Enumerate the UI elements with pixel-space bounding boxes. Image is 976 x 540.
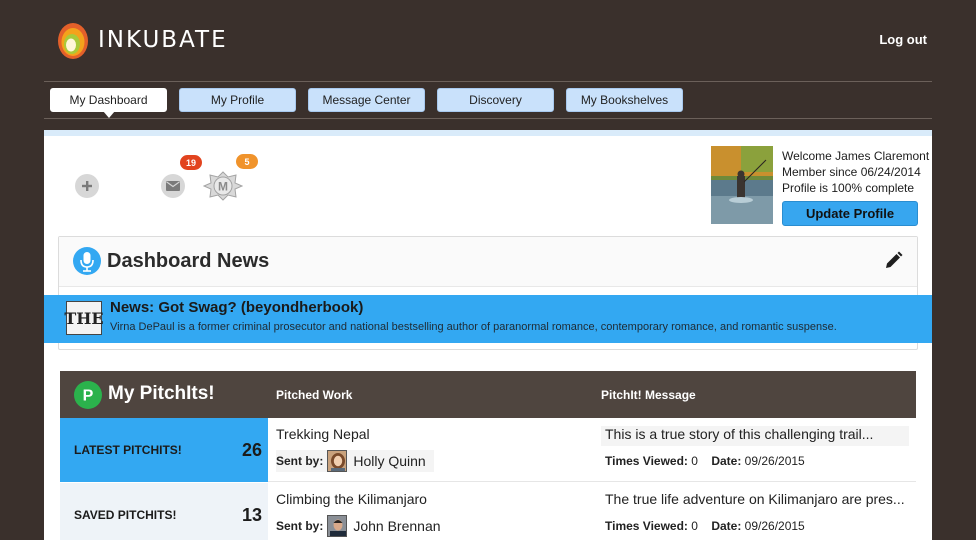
- tab-my-bookshelves[interactable]: My Bookshelves: [566, 88, 683, 112]
- news-header: Dashboard News: [59, 237, 917, 287]
- col-header-pitched-work: Pitched Work: [276, 388, 353, 402]
- header-divider: [44, 81, 932, 82]
- views-label: Times Viewed:: [605, 454, 688, 468]
- sent-by-label: Sent by:: [276, 519, 324, 533]
- brand-name: INKUBATE: [98, 27, 228, 53]
- profile-completion: Profile is 100% complete: [782, 181, 915, 195]
- main-nav-tabs: My Dashboard My Profile Message Center D…: [50, 88, 683, 118]
- medal-icon: M: [202, 171, 244, 201]
- envelope-icon: [166, 181, 180, 191]
- sent-by-label: Sent by:: [276, 454, 324, 468]
- sender-avatar-icon: [328, 516, 347, 536]
- dashboard-panel: 19 M 5 Welcome James Claremont Member si…: [44, 130, 932, 540]
- latest-pitchits-count: 26: [241, 439, 262, 460]
- sent-by: Sent by: John Brennan: [276, 515, 441, 537]
- news-item-title: News: Got Swag? (beyondherbook): [110, 299, 364, 316]
- date-label: Date:: [711, 519, 742, 533]
- pitch-date: 09/26/2015: [744, 519, 805, 533]
- table-row: SAVED PITCHITS! 13 Climbing the Kilimanj…: [60, 483, 916, 540]
- news-title: Dashboard News: [107, 250, 270, 272]
- welcome-block: Welcome James Claremont Member since 06/…: [782, 148, 929, 196]
- pitchit-meta: Times Viewed: 0 Date: 09/26/2015: [601, 519, 805, 533]
- brand-logo[interactable]: INKUBATE: [56, 20, 228, 60]
- update-profile-button[interactable]: Update Profile: [782, 201, 918, 226]
- views-count: 0: [691, 519, 698, 533]
- logout-link[interactable]: Log out: [879, 32, 927, 47]
- pitchit-entry[interactable]: Climbing the Kilimanjaro Sent by: John B…: [268, 483, 916, 540]
- plus-icon: [82, 181, 92, 191]
- pitchit-message: This is a true story of this challenging…: [601, 426, 909, 446]
- pitch-date: 09/26/2015: [744, 454, 805, 468]
- pitchit-badge-letter: P: [83, 388, 94, 405]
- news-item-excerpt: Virna DePaul is a former criminal prosec…: [110, 321, 837, 333]
- messages-count-badge: 19: [180, 155, 202, 170]
- pitchit-p-icon: P: [74, 381, 102, 409]
- welcome-label: Welcome: [782, 149, 832, 163]
- medal-button[interactable]: M: [202, 171, 244, 201]
- latest-pitchits-tab[interactable]: LATEST PITCHITS! 26: [60, 418, 268, 482]
- panel-top-bar: [44, 130, 932, 136]
- date-label: Date:: [711, 454, 742, 468]
- news-item[interactable]: THE News: Got Swag? (beyondherbook) Virn…: [44, 295, 932, 343]
- news-source-logo: THE: [64, 301, 104, 335]
- pitchit-meta: Times Viewed: 0 Date: 09/26/2015: [601, 454, 805, 468]
- pitchit-message: The true life adventure on Kilimanjaro a…: [605, 491, 905, 507]
- pencil-edit-icon[interactable]: [883, 251, 903, 271]
- profile-photo[interactable]: [711, 146, 773, 224]
- add-button[interactable]: [75, 174, 99, 198]
- sender-name[interactable]: John Brennan: [353, 518, 440, 534]
- sender-name[interactable]: Holly Quinn: [353, 453, 425, 469]
- saved-pitchits-count: 13: [241, 504, 262, 525]
- pitchits-title: My PitchIts!: [108, 383, 215, 404]
- views-count: 0: [691, 454, 698, 468]
- pitchits-header: P My PitchIts! Pitched Work PitchIt! Mes…: [60, 371, 916, 418]
- tab-my-dashboard[interactable]: My Dashboard: [50, 88, 167, 118]
- sent-by: Sent by: Holly Quinn: [276, 450, 434, 472]
- col-header-pitchit-message: PitchIt! Message: [601, 388, 696, 402]
- sender-avatar-icon: [328, 451, 347, 471]
- messages-button[interactable]: [161, 174, 185, 198]
- app-header: INKUBATE Log out: [0, 0, 976, 82]
- pitched-work-title[interactable]: Climbing the Kilimanjaro: [276, 491, 427, 507]
- tabs-divider: [44, 118, 932, 119]
- saved-pitchits-label: SAVED PITCHITS!: [74, 508, 177, 522]
- welcome-line: Welcome James Claremont: [782, 148, 929, 164]
- tab-discovery[interactable]: Discovery: [437, 88, 554, 112]
- pitchit-entry[interactable]: Trekking Nepal Sent by: Holly Quinn This…: [268, 418, 916, 482]
- microphone-icon: [73, 247, 101, 275]
- egg-logo-icon: [58, 23, 88, 59]
- medal-letter: M: [218, 180, 228, 194]
- table-row: LATEST PITCHITS! 26 Trekking Nepal Sent …: [60, 418, 916, 482]
- user-name: James Claremont: [835, 149, 930, 163]
- medal-count-badge: 5: [236, 154, 258, 169]
- pitched-work-title[interactable]: Trekking Nepal: [276, 426, 370, 442]
- fly-fishing-photo-icon: [711, 146, 773, 224]
- member-since: Member since 06/24/2014: [782, 165, 921, 179]
- latest-pitchits-label: LATEST PITCHITS!: [74, 443, 182, 457]
- tab-my-profile[interactable]: My Profile: [179, 88, 296, 112]
- saved-pitchits-tab[interactable]: SAVED PITCHITS! 13: [60, 483, 268, 540]
- avatar: [327, 515, 348, 537]
- views-label: Times Viewed:: [605, 519, 688, 533]
- tab-message-center[interactable]: Message Center: [308, 88, 425, 112]
- avatar: [327, 450, 348, 472]
